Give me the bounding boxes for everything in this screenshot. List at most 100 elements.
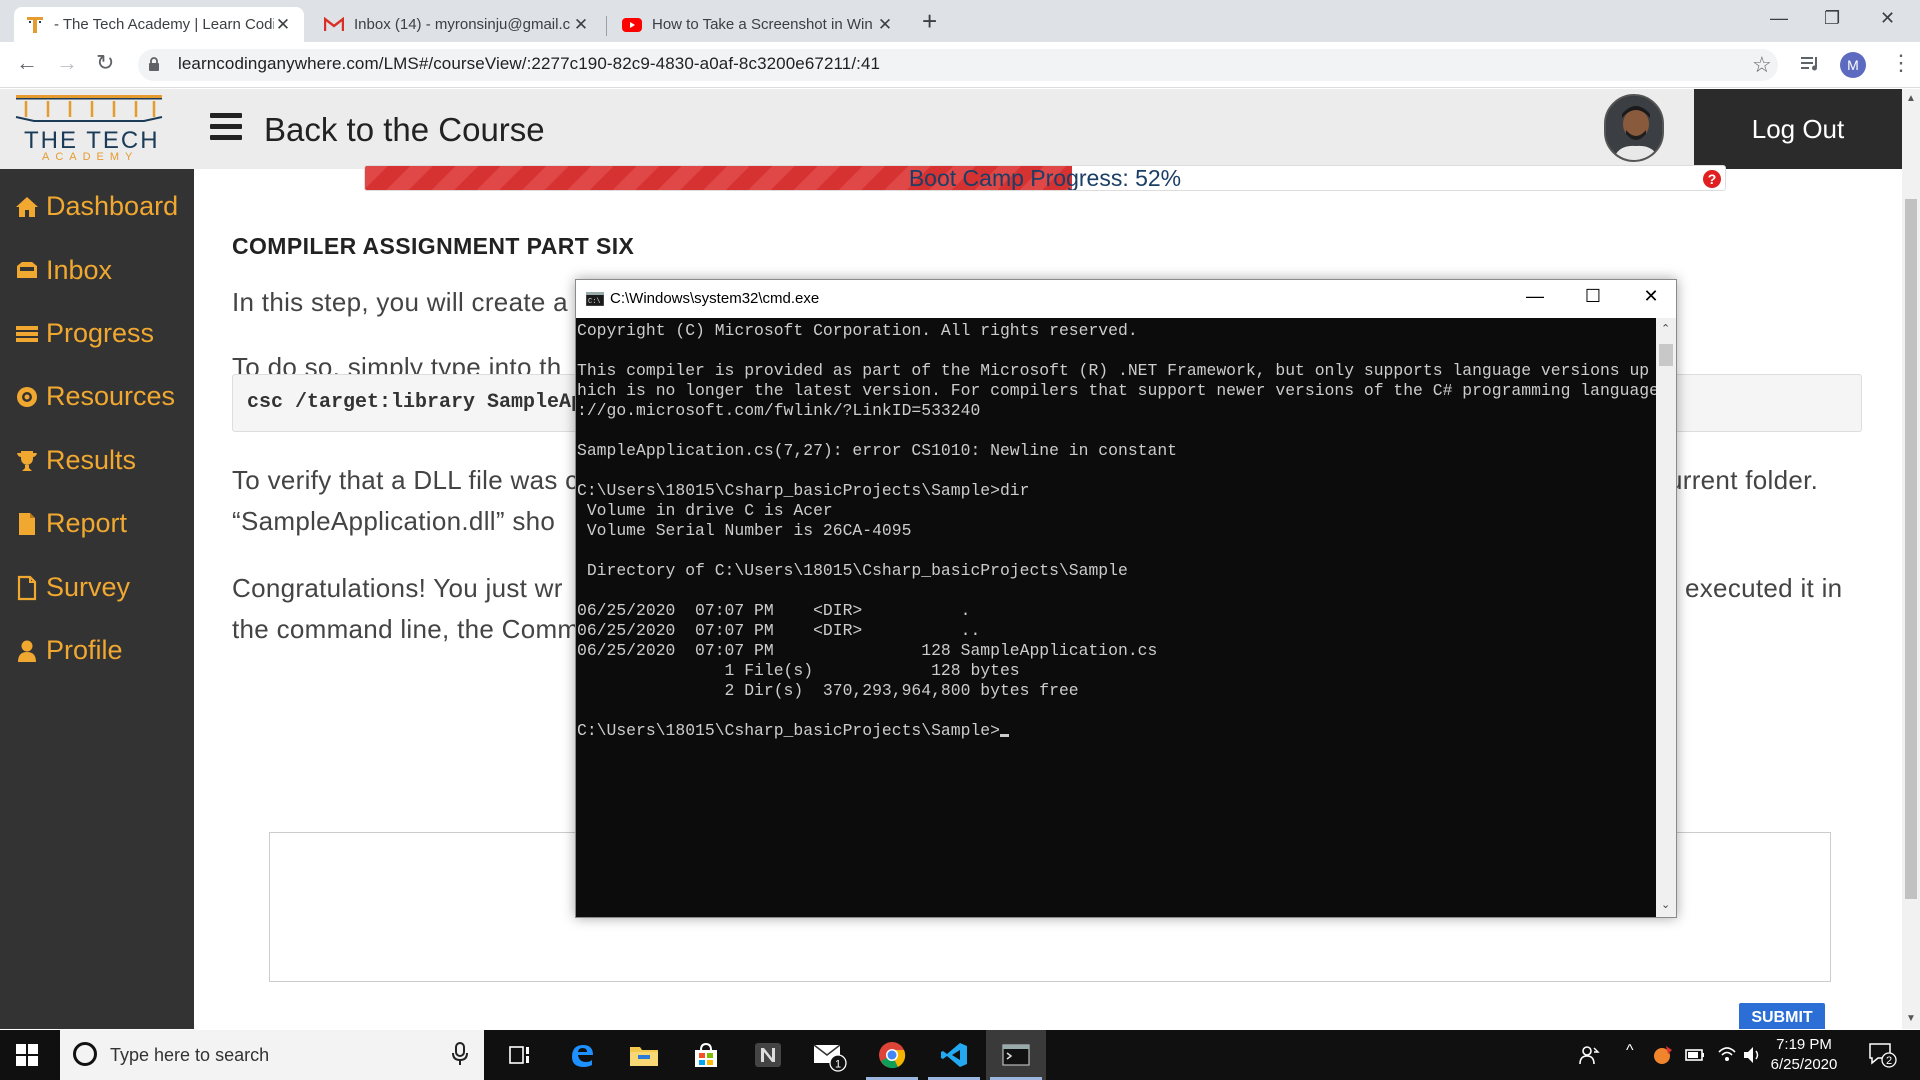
close-icon[interactable]: ✕ — [1880, 8, 1895, 29]
tab-close-icon[interactable]: ✕ — [572, 15, 590, 35]
mail-app-icon[interactable]: 1 — [800, 1030, 860, 1080]
home-icon — [16, 196, 38, 217]
sidebar-item-progress[interactable]: Progress — [14, 318, 154, 349]
tab-close-icon[interactable]: ✕ — [274, 15, 292, 35]
tech-academy-logo[interactable]: THE TECH ACADEMY — [14, 93, 184, 163]
people-icon[interactable] — [1578, 1044, 1600, 1066]
bootcamp-progress-bar: Boot Camp Progress: 52% — [364, 165, 1726, 191]
taskbar-search-box[interactable]: Type here to search — [60, 1030, 484, 1080]
cmd-title: C:\Windows\system32\cmd.exe — [610, 290, 820, 307]
sidebar-item-label: Inbox — [46, 255, 113, 285]
cmd-output[interactable]: Copyright (C) Microsoft Corporation. All… — [576, 318, 1656, 917]
cmd-text: Copyright (C) Microsoft Corporation. All… — [577, 321, 1656, 740]
tab-title: - The Tech Academy | Learn Codi — [54, 16, 274, 33]
microphone-icon[interactable] — [452, 1042, 468, 1066]
submit-button[interactable]: SUBMIT — [1739, 1003, 1825, 1029]
clock-time: 7:19 PM — [1776, 1036, 1832, 1053]
back-arrow-icon[interactable]: ← — [16, 50, 38, 76]
logo-graphic — [15, 95, 163, 122]
cmd-icon: C:\ — [586, 292, 604, 306]
cmd-taskbar-icon[interactable] — [986, 1030, 1046, 1080]
user-avatar[interactable] — [1604, 94, 1664, 162]
sidebar-item-label: Progress — [46, 318, 155, 348]
scroll-down-icon[interactable]: ⌄ — [1661, 898, 1670, 911]
sidebar-item-label: Profile — [46, 635, 123, 665]
back-to-course-link[interactable]: Back to the Course — [264, 111, 545, 149]
page-scrollbar[interactable]: ▲ ▼ — [1902, 89, 1920, 1029]
clock-date: 6/25/2020 — [1770, 1056, 1838, 1073]
show-hidden-icons-chevron-icon[interactable]: ^ — [1626, 1042, 1634, 1060]
tab-divider — [606, 16, 607, 36]
url-text[interactable]: learncodinganywhere.com/LMS#/courseView/… — [178, 54, 880, 74]
scroll-up-icon[interactable]: ▲ — [1906, 93, 1916, 104]
sidebar-item-label: Dashboard — [46, 191, 179, 221]
tab-gmail[interactable]: Inbox (14) - myronsinju@gmail.c ✕ — [312, 7, 602, 42]
cmd-maximize-icon[interactable]: ☐ — [1570, 286, 1616, 312]
cmd-close-icon[interactable]: ✕ — [1628, 286, 1674, 312]
task-view-icon[interactable] — [490, 1030, 550, 1080]
instruction-paragraph-right: urrent folder. — [1668, 465, 1819, 495]
forward-arrow-icon[interactable]: → — [56, 50, 78, 76]
sidebar-item-results[interactable]: Results — [14, 445, 136, 476]
chrome-icon[interactable] — [862, 1030, 922, 1080]
new-tab-button[interactable]: + — [922, 8, 937, 34]
windows-start-icon[interactable] — [16, 1044, 38, 1066]
help-icon[interactable]: ? — [1702, 169, 1722, 189]
tab-tech-academy[interactable]: - The Tech Academy | Learn Codi ✕ — [14, 7, 304, 42]
action-center-icon[interactable]: 2 — [1868, 1042, 1898, 1068]
hamburger-menu-icon[interactable] — [210, 113, 242, 140]
menu-kebab-icon[interactable]: ⋮ — [1890, 50, 1912, 76]
tab-close-icon[interactable]: ✕ — [876, 15, 894, 35]
restore-icon[interactable]: ❐ — [1824, 8, 1840, 29]
cmd-titlebar[interactable]: C:\ C:\Windows\system32\cmd.exe — ☐ ✕ — [576, 280, 1676, 318]
cortana-icon — [73, 1042, 97, 1066]
vscode-icon[interactable] — [924, 1030, 984, 1080]
volume-icon[interactable] — [1742, 1044, 1764, 1066]
file-explorer-icon[interactable] — [614, 1030, 674, 1080]
system-clock[interactable]: 7:19 PM 6/25/2020 — [1764, 1035, 1844, 1075]
security-tray-icon[interactable] — [1652, 1044, 1674, 1066]
logout-button[interactable]: Log Out — [1694, 89, 1902, 169]
sidebar-nav: Dashboard Inbox Progress Resources Resul… — [0, 169, 194, 1029]
cmd-prompt: C:\Users\18015\Csharp_basicProjects\Samp… — [577, 721, 1000, 740]
notes-app-icon[interactable] — [738, 1030, 798, 1080]
scrollbar-thumb[interactable] — [1905, 199, 1917, 899]
edge-browser-icon[interactable] — [552, 1030, 612, 1080]
cmd-scrollbar[interactable]: ⌃ ⌄ — [1656, 318, 1676, 917]
bookmark-star-icon[interactable]: ☆ — [1752, 52, 1772, 78]
store-icon[interactable] — [676, 1030, 736, 1080]
media-control-icon[interactable] — [1800, 55, 1822, 73]
tab-youtube[interactable]: How to Take a Screenshot in Win ✕ — [610, 7, 906, 42]
sidebar-item-inbox[interactable]: Inbox — [14, 255, 112, 286]
sidebar-item-survey[interactable]: Survey — [14, 572, 130, 603]
scroll-down-icon[interactable]: ▼ — [1906, 1013, 1916, 1024]
youtube-icon — [622, 17, 642, 32]
reload-icon[interactable]: ↻ — [96, 50, 114, 76]
sidebar-item-dashboard[interactable]: Dashboard — [14, 191, 178, 222]
sidebar-item-label: Results — [46, 445, 137, 475]
cmd-minimize-icon[interactable]: — — [1512, 286, 1558, 312]
instruction-paragraph: the command line, the Comm — [232, 614, 580, 644]
account-avatar[interactable]: M — [1840, 52, 1866, 78]
cmd-cursor — [999, 734, 1009, 737]
sidebar-item-resources[interactable]: Resources — [14, 381, 175, 412]
wifi-icon[interactable] — [1716, 1044, 1738, 1066]
progress-label: Boot Camp Progress: 52% — [908, 165, 1182, 191]
minimize-icon[interactable]: — — [1770, 8, 1788, 29]
scrollbar-thumb[interactable] — [1659, 344, 1673, 366]
sidebar-item-report[interactable]: Report — [14, 508, 127, 539]
sidebar-item-label: Survey — [46, 572, 131, 602]
tab-title: Inbox (14) - myronsinju@gmail.c — [354, 16, 571, 33]
cmd-window[interactable]: C:\ C:\Windows\system32\cmd.exe — ☐ ✕ Co… — [575, 279, 1677, 918]
browser-toolbar: ← → ↻ learncodinganywhere.com/LMS#/cours… — [0, 42, 1920, 88]
logo-subtext: ACADEMY — [42, 151, 139, 163]
sidebar-item-profile[interactable]: Profile — [14, 635, 123, 666]
notification-count: 2 — [1886, 1055, 1892, 1067]
instruction-paragraph: To verify that a DLL file was c — [232, 465, 579, 495]
battery-icon[interactable] — [1684, 1044, 1706, 1066]
file-icon — [19, 512, 35, 535]
instruction-paragraph: “SampleApplication.dll” sho — [232, 506, 556, 536]
assignment-title: COMPILER ASSIGNMENT PART SIX — [232, 233, 635, 259]
scroll-up-icon[interactable]: ⌃ — [1661, 322, 1670, 335]
tab-title: How to Take a Screenshot in Win — [652, 16, 873, 33]
